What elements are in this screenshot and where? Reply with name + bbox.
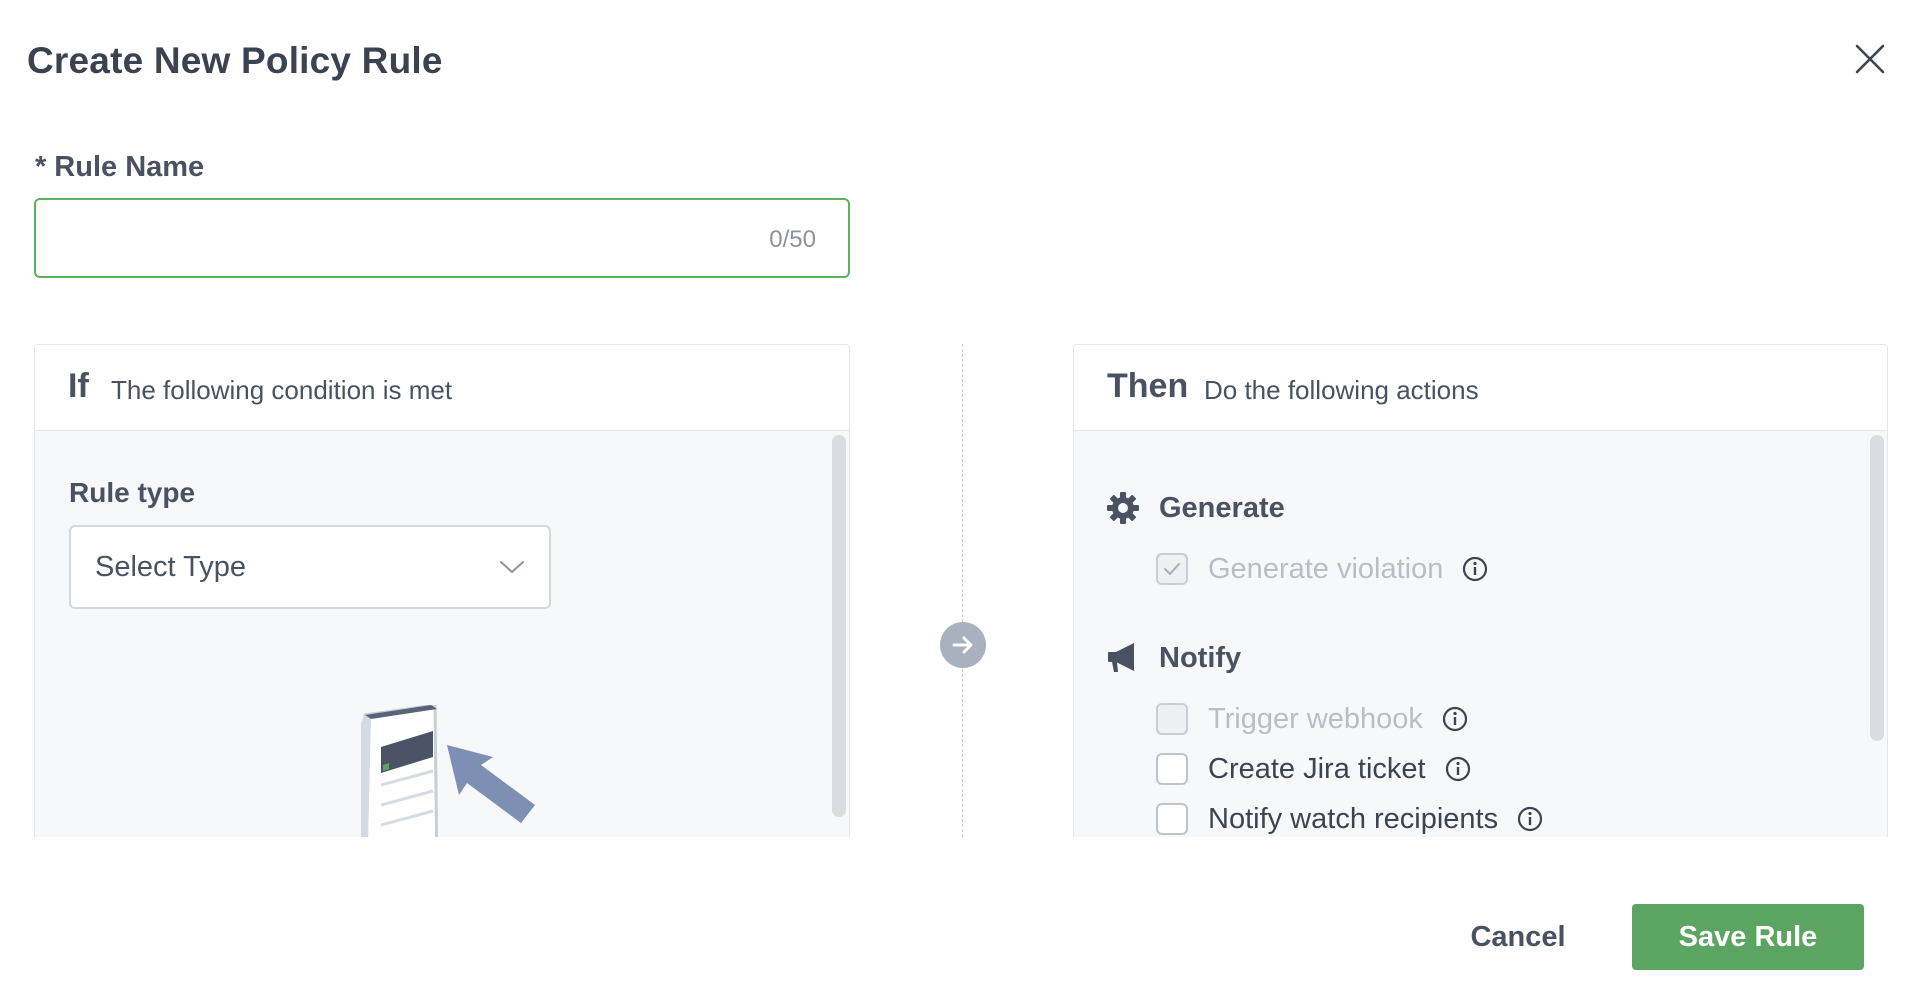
required-marker: * bbox=[35, 151, 47, 183]
generate-violation-label: Generate violation bbox=[1208, 552, 1444, 585]
trigger-webhook-label: Trigger webhook bbox=[1208, 702, 1423, 735]
condition-description: The following condition is met bbox=[111, 375, 453, 405]
trigger-webhook-checkbox[interactable] bbox=[1156, 703, 1188, 735]
notify-watch-recipients-checkbox[interactable] bbox=[1156, 803, 1188, 835]
close-button[interactable] bbox=[1849, 38, 1891, 80]
notify-section-header: Notify bbox=[1106, 641, 1241, 675]
info-icon[interactable] bbox=[1461, 555, 1489, 583]
trigger-webhook-option: Trigger webhook bbox=[1156, 701, 1469, 737]
character-counter: 0/50 bbox=[769, 226, 816, 253]
condition-keyword: If bbox=[68, 367, 89, 405]
actions-panel-scrollbar[interactable] bbox=[1867, 431, 1887, 837]
info-icon[interactable] bbox=[1444, 755, 1472, 783]
rule-type-label: Rule type bbox=[69, 477, 196, 508]
cancel-button[interactable]: Cancel bbox=[1448, 904, 1588, 970]
rule-type-select[interactable]: Select Type bbox=[69, 525, 551, 609]
save-rule-button[interactable]: Save Rule bbox=[1632, 904, 1864, 970]
chevron-down-icon bbox=[500, 561, 524, 573]
flow-arrow bbox=[940, 622, 986, 668]
generate-violation-checkbox[interactable] bbox=[1156, 553, 1188, 585]
rule-name-label-text: Rule Name bbox=[54, 151, 205, 183]
notify-watch-recipients-label: Notify watch recipients bbox=[1208, 802, 1499, 835]
actions-scroll-thumb[interactable] bbox=[1870, 435, 1884, 741]
actions-description: Do the following actions bbox=[1204, 375, 1479, 405]
empty-state-illustration bbox=[361, 705, 535, 837]
checkmark-icon bbox=[1164, 563, 1180, 575]
generate-violation-option: Generate violation bbox=[1156, 551, 1489, 587]
notify-section-title: Notify bbox=[1159, 641, 1242, 674]
generate-section-title: Generate bbox=[1159, 491, 1285, 524]
megaphone-icon bbox=[1108, 643, 1134, 672]
info-icon[interactable] bbox=[1441, 705, 1469, 733]
panel-divider bbox=[962, 344, 963, 837]
actions-keyword: Then bbox=[1107, 367, 1189, 405]
dialog-footer: Cancel Save Rule bbox=[0, 904, 1907, 970]
rule-name-field: 0/50 bbox=[34, 198, 850, 278]
rule-type-select-value: Select Type bbox=[95, 551, 247, 583]
create-jira-ticket-label: Create Jira ticket bbox=[1208, 752, 1426, 785]
close-icon bbox=[1855, 44, 1885, 74]
rule-name-input[interactable] bbox=[36, 200, 756, 276]
arrow-right-icon bbox=[952, 636, 973, 654]
create-jira-ticket-checkbox[interactable] bbox=[1156, 753, 1188, 785]
condition-panel-scrollbar[interactable] bbox=[829, 431, 849, 837]
notify-watch-recipients-option: Notify watch recipients bbox=[1156, 801, 1544, 837]
actions-panel: Then Do the following actions Generate G… bbox=[1073, 344, 1888, 837]
gear-icon bbox=[1107, 492, 1139, 524]
dialog-title: Create New Policy Rule bbox=[27, 40, 443, 81]
create-jira-ticket-option: Create Jira ticket bbox=[1156, 751, 1472, 787]
create-policy-rule-dialog: Create New Policy Rule * Rule Name 0/50 I… bbox=[0, 0, 1907, 988]
info-icon[interactable] bbox=[1516, 805, 1544, 833]
condition-panel-header: If The following condition is met bbox=[35, 345, 849, 431]
rule-name-label: * Rule Name bbox=[35, 151, 204, 184]
condition-scroll-thumb[interactable] bbox=[832, 435, 846, 817]
actions-panel-header: Then Do the following actions bbox=[1074, 345, 1887, 431]
generate-section-header: Generate bbox=[1106, 491, 1285, 525]
condition-panel: If The following condition is met Rule t… bbox=[34, 344, 850, 837]
